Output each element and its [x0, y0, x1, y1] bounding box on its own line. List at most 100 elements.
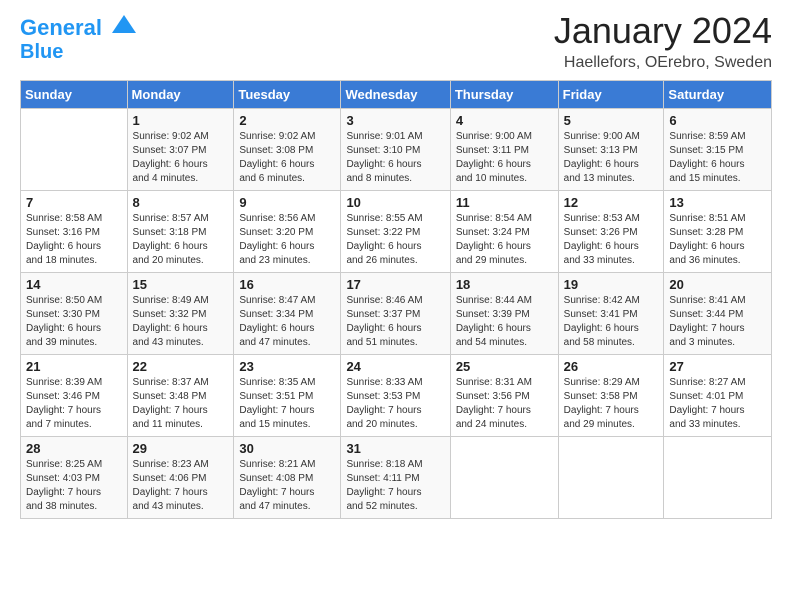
- day-info: Sunrise: 8:29 AM Sunset: 3:58 PM Dayligh…: [564, 376, 660, 432]
- day-info: Sunrise: 8:25 AM Sunset: 4:03 PM Dayligh…: [26, 458, 123, 514]
- calendar-cell: 27Sunrise: 8:27 AM Sunset: 4:01 PM Dayli…: [664, 355, 772, 437]
- day-number: 9: [239, 195, 336, 210]
- day-info: Sunrise: 9:00 AM Sunset: 3:13 PM Dayligh…: [564, 130, 660, 186]
- day-number: 6: [669, 113, 767, 128]
- calendar-cell: 28 Sunrise: 8:25 AM Sunset: 4:03 PM Dayli…: [21, 437, 128, 519]
- calendar-week-row: 28 Sunrise: 8:25 AM Sunset: 4:03 PM Dayli…: [21, 437, 772, 519]
- day-info: Sunrise: 8:59 AM Sunset: 3:15 PM Dayligh…: [669, 130, 767, 186]
- day-number: 20: [669, 277, 767, 292]
- day-info: Sunrise: 9:02 AM Sunset: 3:07 PM Dayligh…: [133, 130, 230, 186]
- weekday-header-cell: Monday: [127, 81, 234, 109]
- day-info: Sunrise: 8:41 AM Sunset: 3:44 PM Dayligh…: [669, 294, 767, 350]
- logo-icon: [110, 13, 138, 41]
- day-number: 21: [26, 359, 123, 374]
- day-info: Sunrise: 8:57 AM Sunset: 3:18 PM Dayligh…: [133, 212, 230, 268]
- weekday-header-cell: Saturday: [664, 81, 772, 109]
- day-info: Sunrise: 8:56 AM Sunset: 3:20 PM Dayligh…: [239, 212, 336, 268]
- calendar-cell: 23 Sunrise: 8:35 AM Sunset: 3:51 PM Dayli…: [234, 355, 341, 437]
- calendar-cell: 29 Sunrise: 8:23 AM Sunset: 4:06 PM Dayli…: [127, 437, 234, 519]
- day-number: 18: [456, 277, 554, 292]
- day-number: 19: [564, 277, 660, 292]
- calendar-cell: [21, 109, 128, 191]
- day-info: Sunrise: 8:53 AM Sunset: 3:26 PM Dayligh…: [564, 212, 660, 268]
- weekday-header-row: SundayMondayTuesdayWednesdayThursdayFrid…: [21, 81, 772, 109]
- calendar-cell: 10 Sunrise: 8:55 AM Sunset: 3:22 PM Dayli…: [341, 191, 450, 273]
- calendar-cell: 31 Sunrise: 8:18 AM Sunset: 4:11 PM Dayli…: [341, 437, 450, 519]
- day-number: 23: [239, 359, 336, 374]
- location-title: Haellefors, OErebro, Sweden: [554, 54, 772, 72]
- day-info: Sunrise: 8:21 AM Sunset: 4:08 PM Dayligh…: [239, 458, 336, 514]
- day-info: Sunrise: 8:58 AM Sunset: 3:16 PM Dayligh…: [26, 212, 123, 268]
- logo: General Blue: [20, 16, 138, 63]
- calendar-cell: 2Sunrise: 9:02 AM Sunset: 3:08 PM Daylig…: [234, 109, 341, 191]
- day-info: Sunrise: 9:00 AM Sunset: 3:11 PM Dayligh…: [456, 130, 554, 186]
- calendar-cell: 14Sunrise: 8:50 AM Sunset: 3:30 PM Dayli…: [21, 273, 128, 355]
- day-info: Sunrise: 8:23 AM Sunset: 4:06 PM Dayligh…: [133, 458, 230, 514]
- day-info: Sunrise: 8:44 AM Sunset: 3:39 PM Dayligh…: [456, 294, 554, 350]
- month-title: January 2024: [554, 10, 772, 52]
- calendar-cell: 13Sunrise: 8:51 AM Sunset: 3:28 PM Dayli…: [664, 191, 772, 273]
- calendar-cell: 18 Sunrise: 8:44 AM Sunset: 3:39 PM Dayli…: [450, 273, 558, 355]
- calendar-cell: 21 Sunrise: 8:39 AM Sunset: 3:46 PM Dayli…: [21, 355, 128, 437]
- calendar-table: SundayMondayTuesdayWednesdayThursdayFrid…: [20, 80, 772, 519]
- weekday-header-cell: Sunday: [21, 81, 128, 109]
- calendar-cell: 26 Sunrise: 8:29 AM Sunset: 3:58 PM Dayli…: [558, 355, 664, 437]
- calendar-week-row: 21 Sunrise: 8:39 AM Sunset: 3:46 PM Dayli…: [21, 355, 772, 437]
- day-number: 2: [239, 113, 336, 128]
- day-number: 4: [456, 113, 554, 128]
- day-info: Sunrise: 8:50 AM Sunset: 3:30 PM Dayligh…: [26, 294, 123, 350]
- calendar-cell: [558, 437, 664, 519]
- day-info: Sunrise: 9:01 AM Sunset: 3:10 PM Dayligh…: [346, 130, 445, 186]
- day-info: Sunrise: 8:46 AM Sunset: 3:37 PM Dayligh…: [346, 294, 445, 350]
- calendar-cell: 12 Sunrise: 8:53 AM Sunset: 3:26 PM Dayli…: [558, 191, 664, 273]
- calendar-cell: 24 Sunrise: 8:33 AM Sunset: 3:53 PM Dayli…: [341, 355, 450, 437]
- day-number: 7: [26, 195, 123, 210]
- day-number: 17: [346, 277, 445, 292]
- day-number: 27: [669, 359, 767, 374]
- weekday-header-cell: Tuesday: [234, 81, 341, 109]
- calendar-cell: 30Sunrise: 8:21 AM Sunset: 4:08 PM Dayli…: [234, 437, 341, 519]
- day-info: Sunrise: 8:31 AM Sunset: 3:56 PM Dayligh…: [456, 376, 554, 432]
- day-info: Sunrise: 8:39 AM Sunset: 3:46 PM Dayligh…: [26, 376, 123, 432]
- calendar-cell: 25 Sunrise: 8:31 AM Sunset: 3:56 PM Dayli…: [450, 355, 558, 437]
- calendar-cell: 11Sunrise: 8:54 AM Sunset: 3:24 PM Dayli…: [450, 191, 558, 273]
- day-number: 12: [564, 195, 660, 210]
- calendar-week-row: 1 Sunrise: 9:02 AM Sunset: 3:07 PM Daylig…: [21, 109, 772, 191]
- day-number: 29: [133, 441, 230, 456]
- day-info: Sunrise: 8:35 AM Sunset: 3:51 PM Dayligh…: [239, 376, 336, 432]
- calendar-body: 1 Sunrise: 9:02 AM Sunset: 3:07 PM Daylig…: [21, 109, 772, 519]
- calendar-cell: 8 Sunrise: 8:57 AM Sunset: 3:18 PM Daylig…: [127, 191, 234, 273]
- calendar-cell: 5Sunrise: 9:00 AM Sunset: 3:13 PM Daylig…: [558, 109, 664, 191]
- weekday-header-cell: Friday: [558, 81, 664, 109]
- day-number: 28: [26, 441, 123, 456]
- day-number: 13: [669, 195, 767, 210]
- day-number: 3: [346, 113, 445, 128]
- day-number: 24: [346, 359, 445, 374]
- calendar-cell: [664, 437, 772, 519]
- day-info: Sunrise: 8:33 AM Sunset: 3:53 PM Dayligh…: [346, 376, 445, 432]
- day-info: Sunrise: 8:18 AM Sunset: 4:11 PM Dayligh…: [346, 458, 445, 514]
- day-number: 10: [346, 195, 445, 210]
- day-number: 8: [133, 195, 230, 210]
- calendar-week-row: 7 Sunrise: 8:58 AM Sunset: 3:16 PM Daylig…: [21, 191, 772, 273]
- day-info: Sunrise: 8:37 AM Sunset: 3:48 PM Dayligh…: [133, 376, 230, 432]
- calendar-cell: 1 Sunrise: 9:02 AM Sunset: 3:07 PM Daylig…: [127, 109, 234, 191]
- calendar-cell: 3 Sunrise: 9:01 AM Sunset: 3:10 PM Daylig…: [341, 109, 450, 191]
- day-number: 22: [133, 359, 230, 374]
- calendar-week-row: 14Sunrise: 8:50 AM Sunset: 3:30 PM Dayli…: [21, 273, 772, 355]
- day-number: 25: [456, 359, 554, 374]
- weekday-header-cell: Thursday: [450, 81, 558, 109]
- day-info: Sunrise: 8:55 AM Sunset: 3:22 PM Dayligh…: [346, 212, 445, 268]
- logo-text: General: [20, 16, 138, 41]
- day-number: 31: [346, 441, 445, 456]
- calendar-cell: [450, 437, 558, 519]
- header: General Blue January 2024 Haellefors, OE…: [20, 10, 772, 72]
- day-number: 26: [564, 359, 660, 374]
- day-info: Sunrise: 8:49 AM Sunset: 3:32 PM Dayligh…: [133, 294, 230, 350]
- day-info: Sunrise: 8:47 AM Sunset: 3:34 PM Dayligh…: [239, 294, 336, 350]
- day-info: Sunrise: 8:42 AM Sunset: 3:41 PM Dayligh…: [564, 294, 660, 350]
- calendar-cell: 9 Sunrise: 8:56 AM Sunset: 3:20 PM Daylig…: [234, 191, 341, 273]
- weekday-header-cell: Wednesday: [341, 81, 450, 109]
- day-number: 1: [133, 113, 230, 128]
- calendar-cell: 16Sunrise: 8:47 AM Sunset: 3:34 PM Dayli…: [234, 273, 341, 355]
